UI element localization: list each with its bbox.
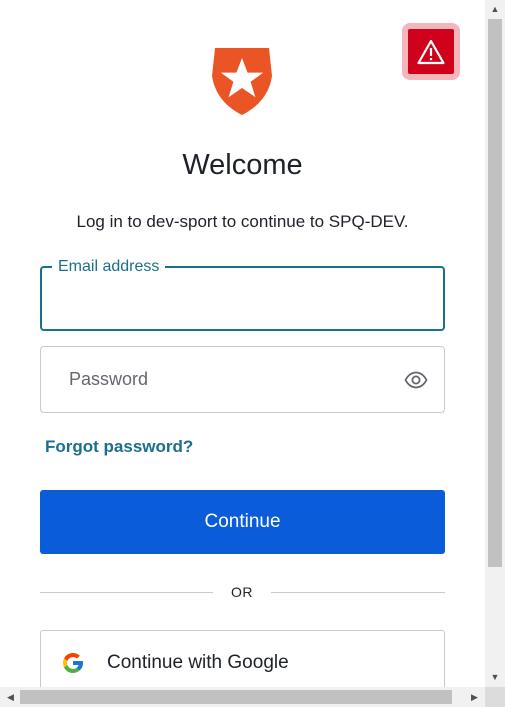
scroll-up-arrow-icon[interactable]: ▲ (485, 0, 505, 17)
horizontal-scrollbar[interactable]: ◀ ▶ (0, 687, 485, 707)
continue-button[interactable]: Continue (40, 490, 445, 554)
warning-triangle-icon[interactable] (408, 29, 454, 74)
forgot-password-link[interactable]: Forgot password? (45, 437, 193, 457)
email-field[interactable]: Email address (40, 257, 445, 331)
login-page: Welcome Log in to dev-sport to continue … (0, 0, 485, 687)
scroll-down-arrow-icon[interactable]: ▼ (485, 668, 505, 685)
divider-or-text: OR (231, 584, 253, 600)
email-field-label: Email address (52, 257, 166, 277)
scrollbar-corner (485, 687, 505, 707)
divider-line-left (40, 592, 213, 593)
warning-badge[interactable] (402, 23, 460, 80)
horizontal-scroll-thumb[interactable] (20, 690, 452, 704)
password-placeholder: Password (69, 369, 149, 389)
page-subtitle: Log in to dev-sport to continue to SPQ-D… (76, 212, 409, 231)
divider-line-right (271, 592, 445, 593)
password-field[interactable]: Password (40, 346, 445, 413)
vertical-scroll-thumb[interactable] (488, 19, 502, 567)
google-g-icon (61, 651, 85, 675)
page-title: Welcome (182, 149, 303, 181)
eye-icon[interactable] (404, 369, 428, 391)
vertical-scrollbar[interactable]: ▲ ▼ (485, 0, 505, 687)
auth0-logo-icon (212, 48, 272, 115)
continue-with-google-label: Continue with Google (107, 652, 289, 673)
continue-with-google-button[interactable]: Continue with Google (40, 630, 445, 687)
scroll-left-arrow-icon[interactable]: ◀ (2, 687, 19, 707)
scroll-right-arrow-icon[interactable]: ▶ (466, 687, 483, 707)
